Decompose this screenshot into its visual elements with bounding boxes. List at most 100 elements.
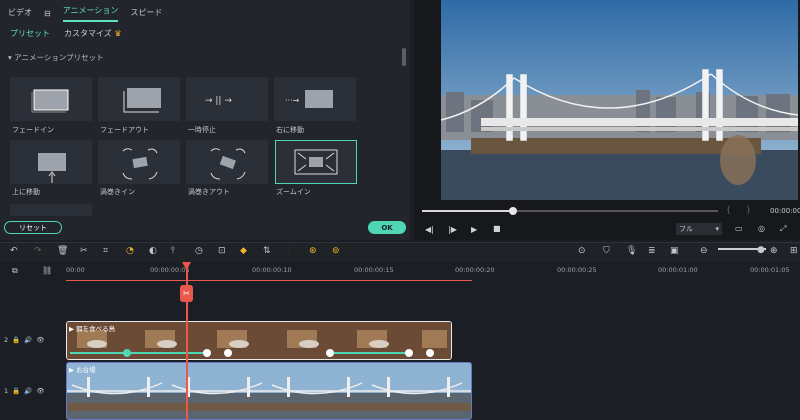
section-title[interactable]: ▾ アニメーションプリセット bbox=[8, 52, 104, 63]
redo-icon[interactable]: ↷ bbox=[34, 246, 42, 256]
preset-move-up[interactable] bbox=[10, 140, 92, 184]
preset-label: 一時停止 bbox=[188, 126, 216, 134]
work-area-line bbox=[66, 280, 472, 281]
speaker-icon[interactable]: 🔊 bbox=[24, 336, 32, 344]
timer-icon[interactable]: ◷ bbox=[195, 246, 203, 256]
render-icon[interactable]: ⊙ bbox=[578, 246, 586, 256]
eye-icon[interactable]: 👁 bbox=[36, 336, 44, 344]
preset-pause[interactable]: → || → bbox=[186, 77, 268, 121]
adjust-icon[interactable]: ⇅ bbox=[263, 246, 271, 256]
tab-animation[interactable]: アニメーション bbox=[62, 1, 119, 22]
top-tabs: ビデオ ⊟ アニメーション スピード bbox=[0, 0, 410, 22]
quality-select[interactable]: フル ▾ bbox=[676, 223, 722, 235]
zoom-handle[interactable]: ● bbox=[757, 245, 765, 255]
clip-name: 餌を食べる鳥 bbox=[76, 325, 116, 333]
prev-frame-icon[interactable]: ◀| bbox=[425, 225, 434, 234]
preset-zoom-in[interactable] bbox=[275, 140, 357, 184]
tab-speed[interactable]: スピード bbox=[130, 3, 162, 22]
stop-icon[interactable]: ■ bbox=[493, 224, 501, 233]
preset-swirl-in[interactable] bbox=[98, 140, 180, 184]
tab-video[interactable]: ビデオ bbox=[8, 3, 32, 22]
subtitle-icon[interactable]: ▣ bbox=[670, 246, 679, 256]
split-icon[interactable]: ⫯ bbox=[171, 246, 175, 256]
keyframe-marker[interactable] bbox=[203, 349, 211, 357]
ruler-label: 00:00:00:20 bbox=[455, 266, 495, 274]
monitor-icon[interactable]: ▭ bbox=[735, 224, 743, 233]
move-right-icon: ···→ bbox=[285, 90, 333, 108]
pause-icon: → || → bbox=[205, 96, 232, 106]
quality-value: フル bbox=[679, 225, 693, 233]
ai-icon[interactable]: ⊛ bbox=[309, 246, 317, 256]
svg-text:···→: ···→ bbox=[285, 96, 300, 105]
keyframe-marker[interactable] bbox=[224, 349, 232, 357]
preset-fade-in[interactable] bbox=[10, 77, 92, 121]
subtab-preset[interactable]: プリセット bbox=[10, 28, 50, 39]
grid-icon[interactable]: ⊞ bbox=[790, 246, 798, 256]
preview-video[interactable] bbox=[441, 0, 798, 200]
preset-label: 上に移動 bbox=[12, 188, 40, 196]
subtab-custom[interactable]: カスタマイズ ♛ bbox=[64, 28, 121, 39]
zoom-in-icon bbox=[294, 149, 338, 175]
fullscreen-icon[interactable]: ⤢ bbox=[780, 224, 786, 234]
lock-icon[interactable]: 🔒 bbox=[12, 336, 20, 344]
ruler-label: 00:00:01:00 bbox=[658, 266, 698, 274]
keyframe-icon[interactable]: ◆ bbox=[240, 246, 247, 256]
delete-icon[interactable]: 🗑 bbox=[57, 246, 68, 256]
progress-handle[interactable] bbox=[509, 207, 517, 215]
audio-wave-icon[interactable]: ⫶ bbox=[287, 246, 289, 256]
crop-icon[interactable]: ⌗ bbox=[103, 246, 108, 256]
mic-icon[interactable]: 🎙 bbox=[626, 246, 637, 256]
add-track-icon[interactable]: ⧉ bbox=[12, 266, 18, 276]
track-header-2: 2 🔒 🔊 👁 bbox=[0, 336, 66, 344]
undo-icon[interactable]: ↶ bbox=[10, 246, 18, 256]
step-icon[interactable]: |▶ bbox=[448, 225, 457, 234]
swirl-in-icon bbox=[122, 148, 158, 180]
play-icon[interactable]: ▶ bbox=[471, 225, 477, 234]
reset-button[interactable]: リセット bbox=[4, 221, 62, 234]
keyframe-line bbox=[333, 352, 409, 354]
move-up-icon bbox=[38, 153, 66, 183]
shield-icon[interactable]: ⛉ bbox=[603, 246, 610, 256]
preset-swirl-out[interactable] bbox=[186, 140, 268, 184]
cut-icon[interactable]: ✂ bbox=[80, 246, 88, 256]
bracket-right-icon[interactable]: } bbox=[746, 205, 751, 214]
video-clip[interactable] bbox=[66, 362, 472, 420]
color-icon[interactable]: ◐ bbox=[149, 246, 157, 256]
scrollbar[interactable] bbox=[402, 48, 406, 66]
track-number: 1 bbox=[4, 387, 9, 395]
swirl-out-icon bbox=[210, 148, 246, 180]
voiceover-icon[interactable]: ≣ bbox=[648, 246, 656, 256]
camera-icon[interactable]: ◎ bbox=[758, 224, 765, 233]
ok-button[interactable]: OK bbox=[368, 221, 406, 234]
eye-icon[interactable]: 👁 bbox=[36, 387, 44, 395]
keyframe-marker[interactable] bbox=[123, 349, 131, 357]
ruler-label: 00:00:01:05 bbox=[750, 266, 790, 274]
ruler-label: 00:00:00:10 bbox=[252, 266, 292, 274]
sub-tabs: プリセット カスタマイズ ♛ bbox=[0, 24, 410, 42]
ruler-label: 00:00:00:25 bbox=[557, 266, 597, 274]
motion-icon[interactable]: ⊚ bbox=[332, 246, 340, 256]
zoom-out-icon[interactable]: ⊖ bbox=[700, 246, 708, 256]
clip-thumbnails bbox=[67, 363, 471, 419]
crown-icon: ♛ bbox=[114, 28, 122, 38]
preset-label: フェードアウト bbox=[100, 126, 149, 134]
keyframe-marker[interactable] bbox=[326, 349, 334, 357]
keyframe-line bbox=[130, 352, 206, 354]
timecode: 00:00:00 bbox=[770, 207, 800, 215]
keyframe-marker[interactable] bbox=[426, 349, 434, 357]
preset-move-right[interactable]: ···→ bbox=[274, 77, 356, 121]
preset-more[interactable] bbox=[10, 204, 92, 216]
clip-name: お台場 bbox=[76, 366, 96, 374]
tab-audio[interactable]: ⊟ bbox=[44, 5, 51, 22]
scissors-icon[interactable]: ✂ bbox=[180, 285, 193, 302]
speaker-icon[interactable]: 🔊 bbox=[24, 387, 32, 395]
bracket-left-icon[interactable]: { bbox=[726, 205, 731, 214]
keyframe-marker[interactable] bbox=[405, 349, 413, 357]
preset-fade-out[interactable] bbox=[98, 77, 180, 121]
speed-icon[interactable]: ◔ bbox=[126, 246, 134, 256]
lock-icon[interactable]: 🔒 bbox=[12, 387, 20, 395]
chevron-down-icon: ▾ bbox=[715, 225, 719, 233]
link-icon[interactable]: ⛓ bbox=[42, 266, 52, 275]
stabilize-icon[interactable]: ⊡ bbox=[218, 246, 226, 256]
zoom-in-icon[interactable]: ⊕ bbox=[770, 246, 778, 256]
